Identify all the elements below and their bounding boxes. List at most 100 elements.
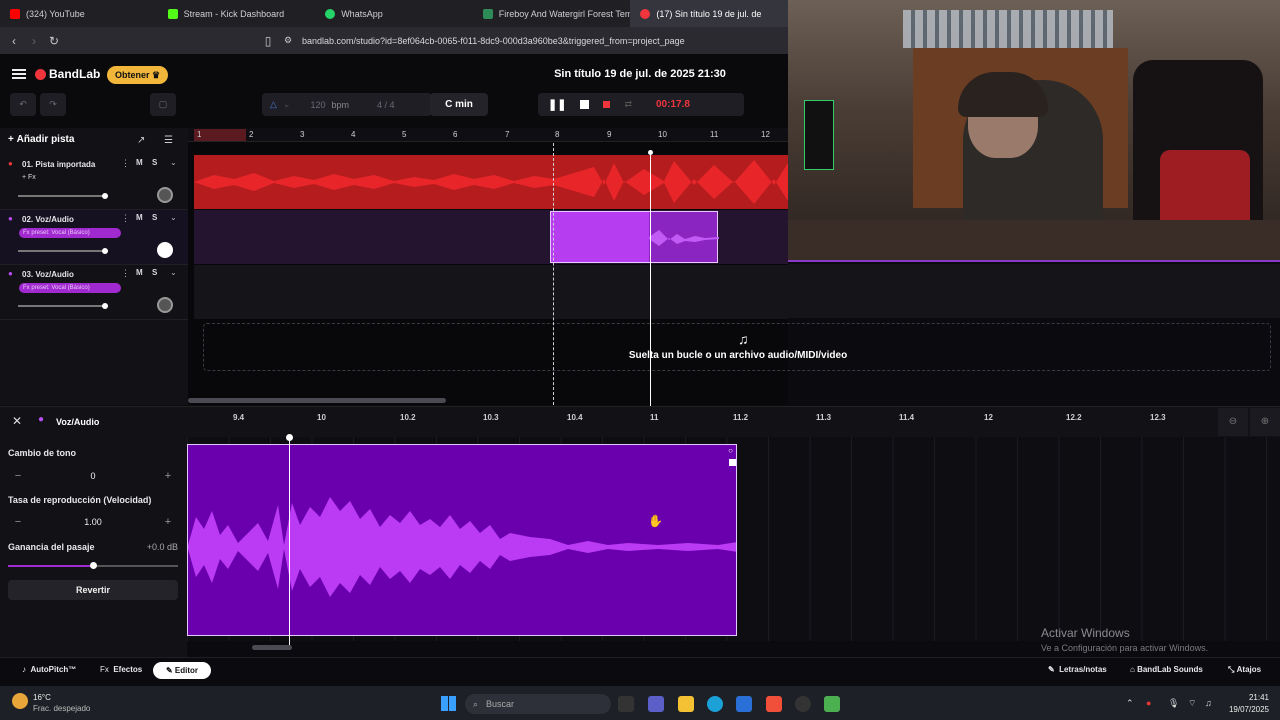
bookmark-icon[interactable]: ▯ — [258, 34, 278, 48]
bandlab-logo[interactable]: BandLab — [35, 67, 100, 81]
record-icon[interactable] — [603, 101, 611, 108]
effects-button[interactable]: Fx Efectos — [100, 665, 142, 674]
mute-button[interactable]: M — [136, 158, 143, 167]
loop-region[interactable] — [194, 129, 246, 141]
weather-description[interactable]: Frac. despejado — [33, 704, 90, 713]
folder-icon[interactable] — [678, 696, 694, 712]
volume-slider[interactable] — [18, 193, 108, 199]
zoom-out-icon[interactable]: ⊖ — [1218, 408, 1248, 436]
chevron-down-icon[interactable]: ⌄ — [170, 268, 177, 277]
add-fx-button[interactable]: + Fx — [22, 174, 36, 181]
fx-preset-badge[interactable]: Fx preset: Vocal (Básico) — [19, 228, 121, 238]
redo-button[interactable]: ↷ — [40, 93, 66, 116]
rate-value[interactable]: 1.00 — [84, 517, 102, 527]
teams-icon[interactable] — [648, 696, 664, 712]
url-text[interactable]: bandlab.com/studio?id=8ef064cb-0065-f011… — [302, 36, 685, 46]
windows-start-icon[interactable] — [441, 696, 456, 711]
reload-icon[interactable]: ↻ — [44, 34, 64, 48]
automation-icon[interactable]: ↗ — [137, 135, 145, 146]
weather-temperature[interactable]: 16°C — [33, 693, 51, 702]
network-app-icon[interactable]: ● — [1146, 698, 1151, 708]
store-icon[interactable] — [736, 696, 752, 712]
pitch-value[interactable]: 0 — [90, 471, 95, 481]
wifi-icon[interactable]: ⌔ — [1188, 698, 1196, 709]
revert-button[interactable]: Revertir — [8, 580, 178, 600]
track-header-2[interactable]: ● 02. Voz/Audio ⋮ M S ⌄ Fx preset: Vocal… — [0, 210, 188, 265]
browser-tab[interactable]: (324) YouTube — [0, 0, 158, 27]
increment-button[interactable]: + — [158, 470, 178, 482]
editor-button[interactable]: ✎ Editor — [153, 662, 211, 679]
clip-loop-handle-icon[interactable]: ○ — [728, 446, 733, 455]
track-options-icon[interactable]: ⋮ — [121, 268, 130, 279]
tune-icon[interactable]: ☰ — [164, 135, 173, 146]
browser-tab[interactable]: Stream - Kick Dashboard — [158, 0, 316, 27]
horizontal-scrollbar[interactable] — [188, 398, 446, 403]
gain-slider[interactable] — [8, 562, 178, 569]
clock-date[interactable]: 19/07/2025 — [1221, 705, 1269, 714]
tempo-control[interactable]: △ ⌄ 120 bpm 4 / 4 — [262, 93, 432, 116]
track-header-3[interactable]: ● 03. Voz/Audio ⋮ M S ⌄ Fx preset: Vocal… — [0, 265, 188, 320]
pause-icon[interactable]: ❚❚ — [548, 98, 566, 111]
get-button[interactable]: Obtener ♛ — [107, 66, 169, 84]
audio-clip-imported[interactable] — [194, 155, 788, 209]
track-lane-3[interactable] — [194, 265, 788, 319]
volume-icon[interactable]: ♫ — [1205, 698, 1212, 708]
project-title[interactable]: Sin título 19 de jul. de 2025 21:30 — [540, 68, 740, 80]
decrement-button[interactable]: − — [8, 516, 28, 528]
site-info-icon[interactable]: ⚙ — [278, 35, 298, 46]
fx-preset-badge[interactable]: Fx preset: Vocal (Básico) — [19, 283, 121, 293]
back-icon[interactable]: ‹ — [4, 34, 24, 48]
key-button[interactable]: C min — [430, 93, 488, 116]
weather-icon[interactable] — [12, 693, 28, 709]
mute-button[interactable]: M — [136, 213, 143, 222]
shortcuts-button[interactable]: ⤡ Atajos — [1228, 665, 1261, 675]
solo-button[interactable]: S — [152, 268, 157, 277]
volume-slider[interactable] — [18, 303, 108, 309]
taskbar-search[interactable]: ⌕ Buscar — [465, 694, 611, 714]
mixer-button[interactable]: ▢ — [150, 93, 176, 116]
undo-button[interactable]: ↶ — [10, 93, 36, 116]
menu-icon[interactable] — [12, 69, 26, 79]
stop-icon[interactable] — [580, 100, 590, 109]
app-icon[interactable] — [824, 696, 840, 712]
clock-time[interactable]: 21:41 — [1227, 693, 1269, 702]
add-track-button[interactable]: + Añadir pista — [8, 134, 74, 145]
editor-playhead[interactable] — [289, 437, 290, 645]
decrement-button[interactable]: − — [8, 470, 28, 482]
playhead[interactable] — [650, 150, 651, 406]
track-options-icon[interactable]: ⋮ — [121, 158, 130, 169]
metronome-icon[interactable]: △ — [270, 99, 277, 110]
loop-start-marker[interactable] — [553, 143, 554, 405]
clip-resize-handle[interactable] — [729, 459, 736, 466]
autopitch-button[interactable]: ♪ AutoPitch™ — [22, 665, 76, 674]
zoom-in-icon[interactable]: ⊕ — [1250, 408, 1280, 436]
sounds-button[interactable]: ⌂ BandLab Sounds — [1130, 665, 1203, 674]
editor-scrollbar[interactable] — [252, 645, 292, 650]
slider-thumb[interactable] — [90, 562, 97, 569]
pan-knob[interactable] — [157, 297, 173, 313]
time-signature[interactable]: 4 / 4 — [377, 100, 395, 110]
increment-button[interactable]: + — [158, 516, 178, 528]
mic-tray-icon[interactable]: 🎙 — [1168, 698, 1179, 709]
rate-stepper[interactable]: − 1.00 + — [8, 513, 178, 531]
audio-clip-voice[interactable] — [550, 211, 719, 263]
browser-tab[interactable]: WhatsApp — [315, 0, 473, 27]
pitch-stepper[interactable]: − 0 + — [8, 467, 178, 485]
bpm-value[interactable]: 120 — [310, 100, 325, 110]
volume-slider[interactable] — [18, 248, 108, 254]
track-options-icon[interactable]: ⋮ — [121, 213, 130, 224]
solo-button[interactable]: S — [152, 158, 157, 167]
lyrics-button[interactable]: ✎ Letras/notas — [1048, 665, 1107, 674]
timeline-ruler[interactable]: 1 2 3 4 5 6 7 8 9 10 11 12 — [188, 128, 788, 142]
editor-audio-clip[interactable]: ○ — [187, 444, 737, 636]
browser-tab-active[interactable]: (17) Sin título 19 de jul. de — [630, 0, 788, 27]
brave-icon[interactable] — [766, 696, 782, 712]
close-icon[interactable]: ✕ — [12, 414, 22, 428]
track-header-1[interactable]: ● 01. Pista importada ⋮ M S ⌄ + Fx — [0, 155, 188, 210]
loop-icon[interactable]: ⇄ — [624, 99, 632, 110]
pan-knob[interactable] — [157, 242, 173, 258]
playhead-handle[interactable] — [648, 150, 653, 155]
mute-button[interactable]: M — [136, 268, 143, 277]
solo-button[interactable]: S — [152, 213, 157, 222]
playhead-handle[interactable] — [286, 434, 293, 441]
